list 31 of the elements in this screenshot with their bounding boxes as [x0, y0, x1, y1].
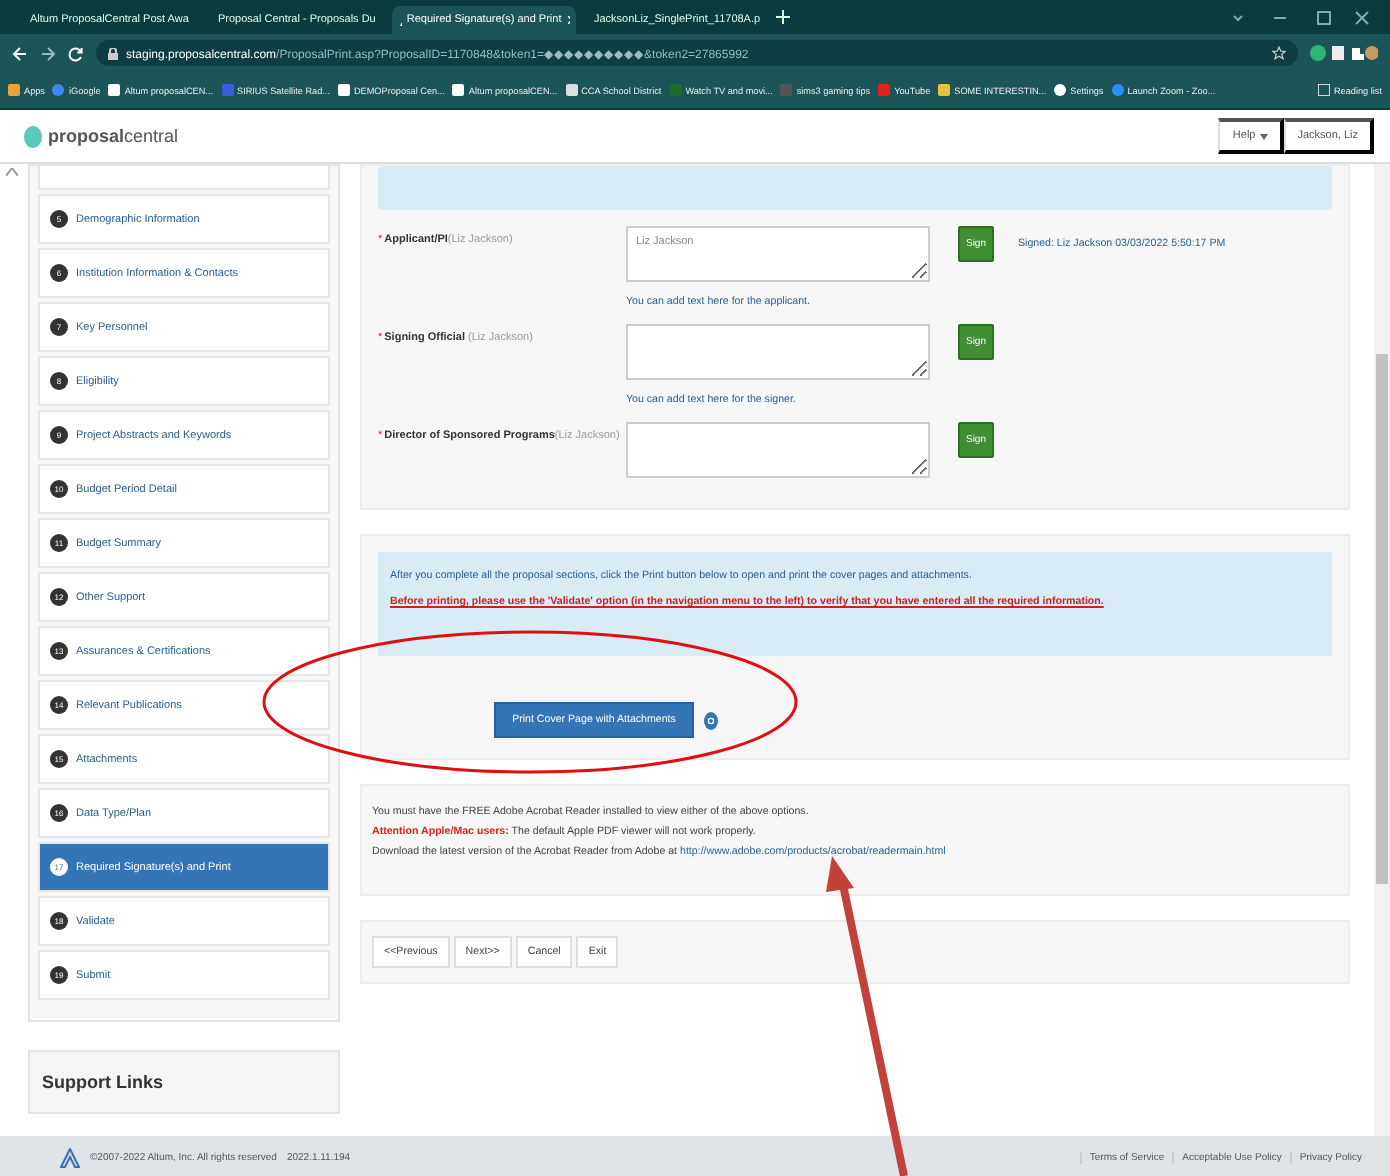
altum-logo-icon [60, 1148, 80, 1168]
reload-icon[interactable] [68, 45, 84, 61]
signature-input[interactable] [626, 324, 930, 380]
bookmark-icon [780, 84, 793, 96]
bookmark-icon [878, 84, 891, 96]
forward-icon[interactable] [40, 45, 56, 61]
bookmark-icon [8, 84, 20, 96]
bookmark-icon [108, 84, 121, 96]
bookmark-icon [565, 84, 578, 96]
bookmark-icon [1054, 84, 1067, 96]
caret-icon [1259, 133, 1268, 139]
bookmark-icon [52, 84, 65, 96]
bookmark-icon [337, 84, 350, 96]
list-icon [1317, 84, 1330, 96]
signature-input[interactable] [626, 422, 930, 478]
bookmark-icon [938, 84, 951, 96]
extension-icons[interactable] [1310, 44, 1378, 62]
logo-text: proposalcentral [48, 126, 179, 146]
logo-circle-icon [24, 125, 42, 147]
star-icon[interactable] [1272, 46, 1286, 60]
bookmark-icon [669, 84, 682, 96]
support-links-title: Support Links [28, 1050, 340, 1114]
scrollbar[interactable] [1374, 164, 1390, 1136]
bookmark-icon [221, 84, 233, 96]
help-icon[interactable] [704, 711, 718, 729]
lock-icon [108, 47, 118, 59]
bookmark-icon [452, 84, 465, 96]
bookmark-icon [1111, 84, 1124, 96]
scroll-up-icon[interactable] [6, 168, 18, 176]
new-tab-icon[interactable] [776, 10, 790, 24]
back-icon[interactable] [12, 45, 28, 61]
